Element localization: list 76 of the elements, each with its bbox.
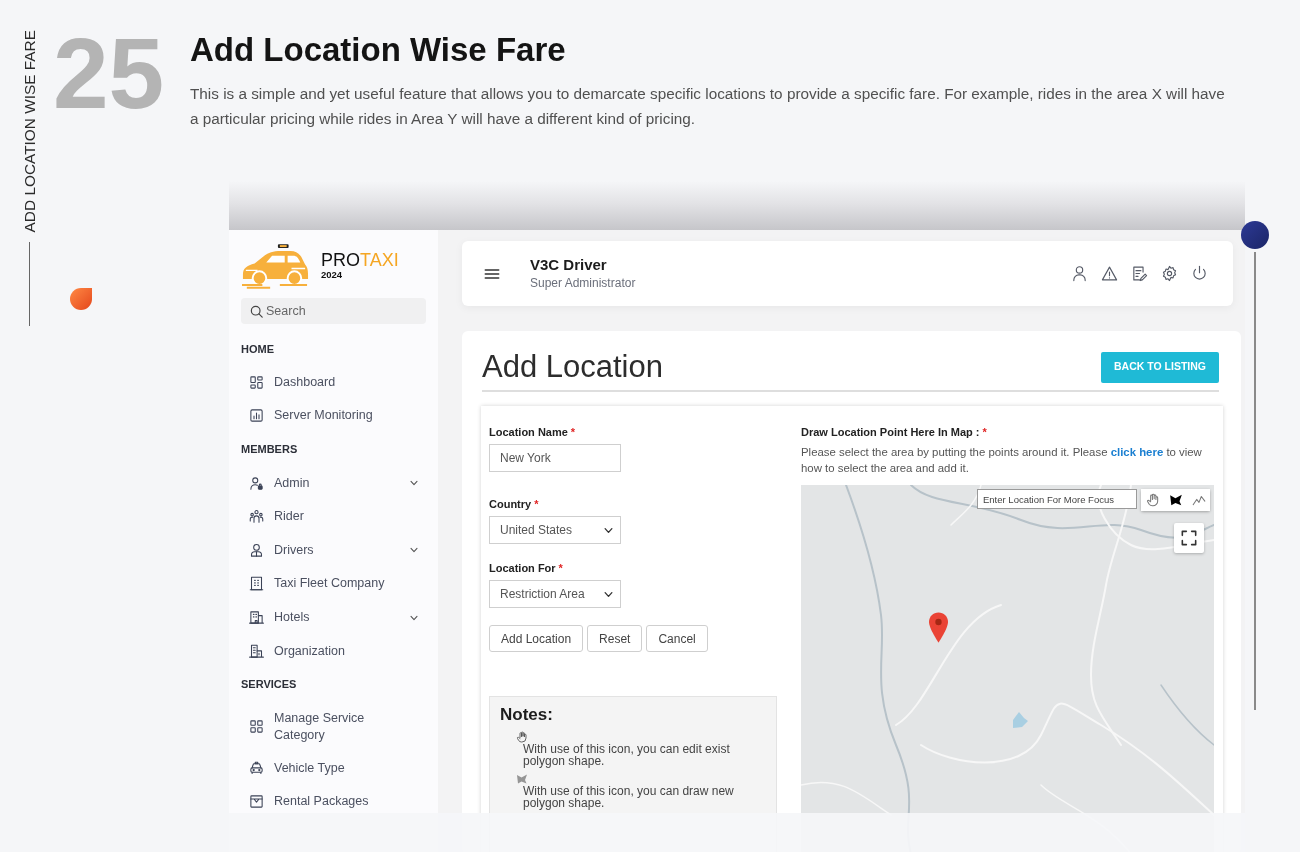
hand-icon — [1145, 493, 1160, 507]
page-heading: Add Location — [482, 349, 663, 385]
sidebar-item[interactable]: Hotels — [241, 600, 426, 635]
sidebar-section-heading: HOME — [241, 341, 275, 357]
note-text: With use of this icon, you can edit exist polygon shape. — [523, 743, 731, 767]
section-title: Add Location Wise Fare — [190, 30, 567, 70]
sidebar-item[interactable]: Dashboard — [241, 365, 426, 400]
sidebar-item[interactable]: Organization — [241, 634, 426, 668]
search-icon — [250, 305, 263, 318]
cancel-button[interactable]: Cancel — [646, 625, 708, 652]
user-role: Super Administrator — [530, 275, 636, 291]
note-edit-icon[interactable] — [1131, 265, 1148, 282]
search-field[interactable]: Search — [241, 298, 426, 324]
car-logo-icon — [241, 241, 309, 289]
building-icon — [249, 576, 264, 592]
map-help-text: Please select the area by putting the points around it. Please click here to view how to select the area and add it. — [801, 445, 1203, 476]
dropdown[interactable]: Restriction Area — [489, 580, 621, 608]
sidebar-section-heading: MEMBERS — [241, 442, 299, 458]
map-pin-icon — [929, 612, 948, 643]
required-mark: * — [982, 426, 987, 438]
warning-icon[interactable] — [1101, 265, 1118, 282]
field-label: Country — [489, 498, 532, 510]
user-icon[interactable] — [1071, 265, 1088, 282]
polygon-icon — [516, 773, 528, 785]
map-label: Draw Location Point Here In Map : — [801, 426, 980, 438]
brand-name: PROTAXI — [321, 250, 399, 270]
chevron-down-icon[interactable] — [410, 613, 418, 622]
sidebar-item[interactable]: Vehicle Type — [241, 751, 426, 786]
add-location-button[interactable]: Add Location — [489, 625, 584, 652]
four-squares-icon — [249, 719, 264, 735]
user-icon — [249, 542, 264, 558]
user-lock-icon — [249, 475, 264, 491]
chevron-down-icon — [604, 590, 613, 599]
hotel-building-icon — [249, 610, 264, 626]
round-dot-icon — [1241, 221, 1269, 249]
help-link[interactable]: click here — [1110, 446, 1164, 458]
office-building-icon — [249, 643, 264, 659]
drop-icon — [70, 288, 92, 310]
fullscreen-button[interactable] — [1174, 523, 1204, 553]
dropdown[interactable]: United States — [489, 516, 621, 544]
sidebar-item[interactable]: Admin — [241, 466, 426, 500]
chevron-down-icon[interactable] — [410, 546, 418, 555]
reset-button[interactable]: Reset — [587, 625, 643, 652]
layout-grid-icon — [249, 374, 264, 390]
package-icon — [249, 794, 264, 810]
section-description: This is a simple and yet useful feature that allows you to demarcate specific locations to provide a specific fare. For example, rides in the area X will have a particular pricing while rides in Area Y will have a different kind of pricing. — [190, 84, 1226, 129]
notes-title: Notes: — [500, 705, 554, 725]
required-mark: * — [534, 498, 539, 510]
fullscreen-icon — [1181, 530, 1197, 546]
sidebar-item[interactable]: Drivers — [241, 533, 426, 568]
brand-year: 2024 — [321, 269, 343, 280]
car-icon — [249, 760, 264, 776]
line-icon — [1191, 493, 1206, 507]
section-number: 25 — [53, 23, 166, 123]
required-mark: * — [558, 562, 563, 574]
settings-icon[interactable] — [1161, 265, 1178, 282]
power-icon[interactable] — [1191, 265, 1208, 282]
people-group-icon — [249, 509, 264, 525]
chevron-down-icon — [604, 526, 613, 535]
field-label: Location For — [489, 562, 556, 574]
polygon-icon — [1168, 493, 1183, 507]
note-text: With use of this icon, you can draw new polygon shape. — [523, 785, 735, 809]
field-label: Location Name — [489, 426, 568, 438]
text-field[interactable]: New York — [489, 444, 621, 472]
chevron-down-icon[interactable] — [410, 479, 418, 488]
hand-icon — [516, 731, 528, 743]
user-name: V3C Driver — [530, 256, 608, 274]
bar-chart-icon — [249, 408, 264, 424]
sidebar-item[interactable]: Server Monitoring — [241, 399, 426, 433]
section-side-label: ADD LOCATION WISE FARE — [20, 30, 38, 233]
sidebar-item[interactable]: Rider — [241, 499, 426, 534]
sidebar-item[interactable]: Taxi Fleet Company — [241, 567, 426, 601]
map-search-field[interactable]: Enter Location For More Focus — [977, 489, 1137, 509]
required-mark: * — [570, 426, 576, 438]
sidebar-section-heading: SERVICES — [241, 677, 298, 693]
sidebar-item[interactable]: Manage Service Category — [241, 701, 426, 752]
